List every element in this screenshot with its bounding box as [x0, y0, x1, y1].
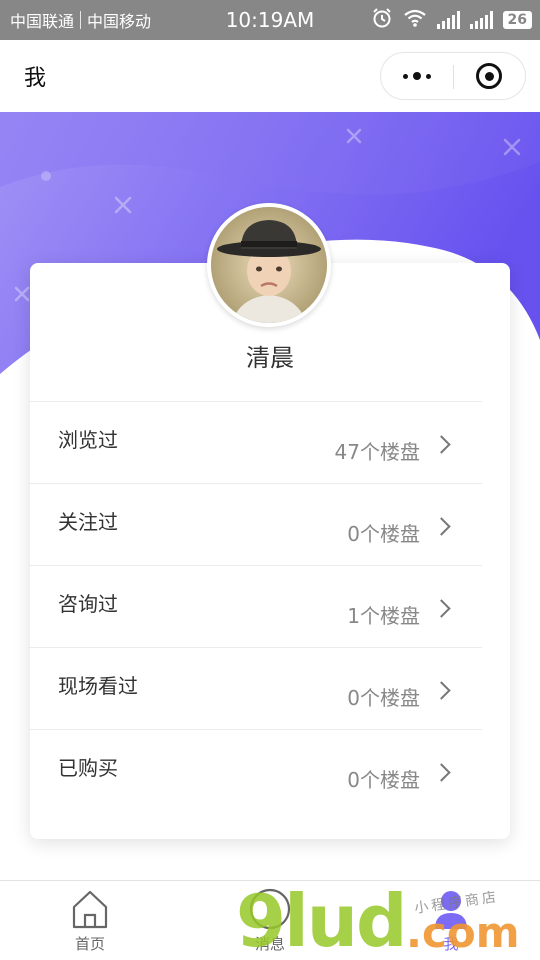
status-bar: 中国联通 中国移动 10:19AM 26 [0, 0, 540, 40]
record-label: 现场看过 [58, 674, 138, 698]
record-count: 0个楼盘 [347, 686, 420, 710]
wifi-icon [403, 8, 427, 32]
tab-bar: 首页 消息 我 [0, 880, 540, 960]
record-count: 1个楼盘 [347, 604, 420, 628]
record-list: 浏览过 47个楼盘 关注过 0个楼盘 咨询过 1个楼盘 现场看过 0个楼盘 已购… [28, 401, 482, 811]
tab-label: 消息 [254, 935, 285, 953]
username: 清晨 [246, 344, 294, 372]
chevron-right-icon [432, 435, 451, 454]
home-icon [72, 890, 108, 929]
chevron-right-icon [432, 681, 451, 700]
status-icons: 26 [371, 0, 532, 40]
record-count: 0个楼盘 [347, 768, 420, 792]
more-button[interactable] [381, 53, 453, 99]
close-icon [476, 63, 502, 89]
record-label: 关注过 [58, 510, 118, 534]
more-dot [426, 73, 431, 79]
more-dot [413, 72, 421, 80]
tab-home[interactable]: 首页 [30, 881, 150, 960]
record-row-purchased[interactable]: 已购买 0个楼盘 [28, 729, 482, 811]
chevron-right-icon [432, 599, 451, 618]
chevron-right-icon [432, 763, 451, 782]
signal-icon-1 [436, 11, 460, 29]
close-button[interactable] [453, 53, 525, 99]
record-label: 浏览过 [58, 428, 118, 452]
tab-messages[interactable]: 消息 [210, 881, 330, 960]
record-count: 0个楼盘 [347, 522, 420, 546]
avatar[interactable] [207, 203, 331, 327]
record-row-viewed[interactable]: 浏览过 47个楼盘 [28, 401, 482, 483]
tab-me[interactable]: 我 [391, 881, 511, 960]
chevron-right-icon [432, 517, 451, 536]
tab-label: 我 [443, 935, 459, 953]
record-label: 已购买 [58, 756, 118, 780]
miniprogram-capsule [380, 52, 526, 100]
page-title: 我 [24, 66, 47, 91]
record-label: 咨询过 [58, 592, 118, 616]
record-row-followed[interactable]: 关注过 0个楼盘 [28, 483, 482, 565]
navigation-bar: 我 [0, 40, 540, 112]
battery-indicator: 26 [502, 11, 532, 29]
message-icon [249, 888, 291, 930]
record-row-consulted[interactable]: 咨询过 1个楼盘 [28, 565, 482, 647]
signal-icon-2 [469, 11, 493, 29]
more-dot [403, 73, 408, 79]
alarm-icon [371, 7, 393, 33]
record-row-visited[interactable]: 现场看过 0个楼盘 [28, 647, 482, 729]
user-icon [435, 891, 467, 929]
tab-label: 首页 [74, 935, 105, 953]
record-count: 47个楼盘 [334, 440, 420, 464]
